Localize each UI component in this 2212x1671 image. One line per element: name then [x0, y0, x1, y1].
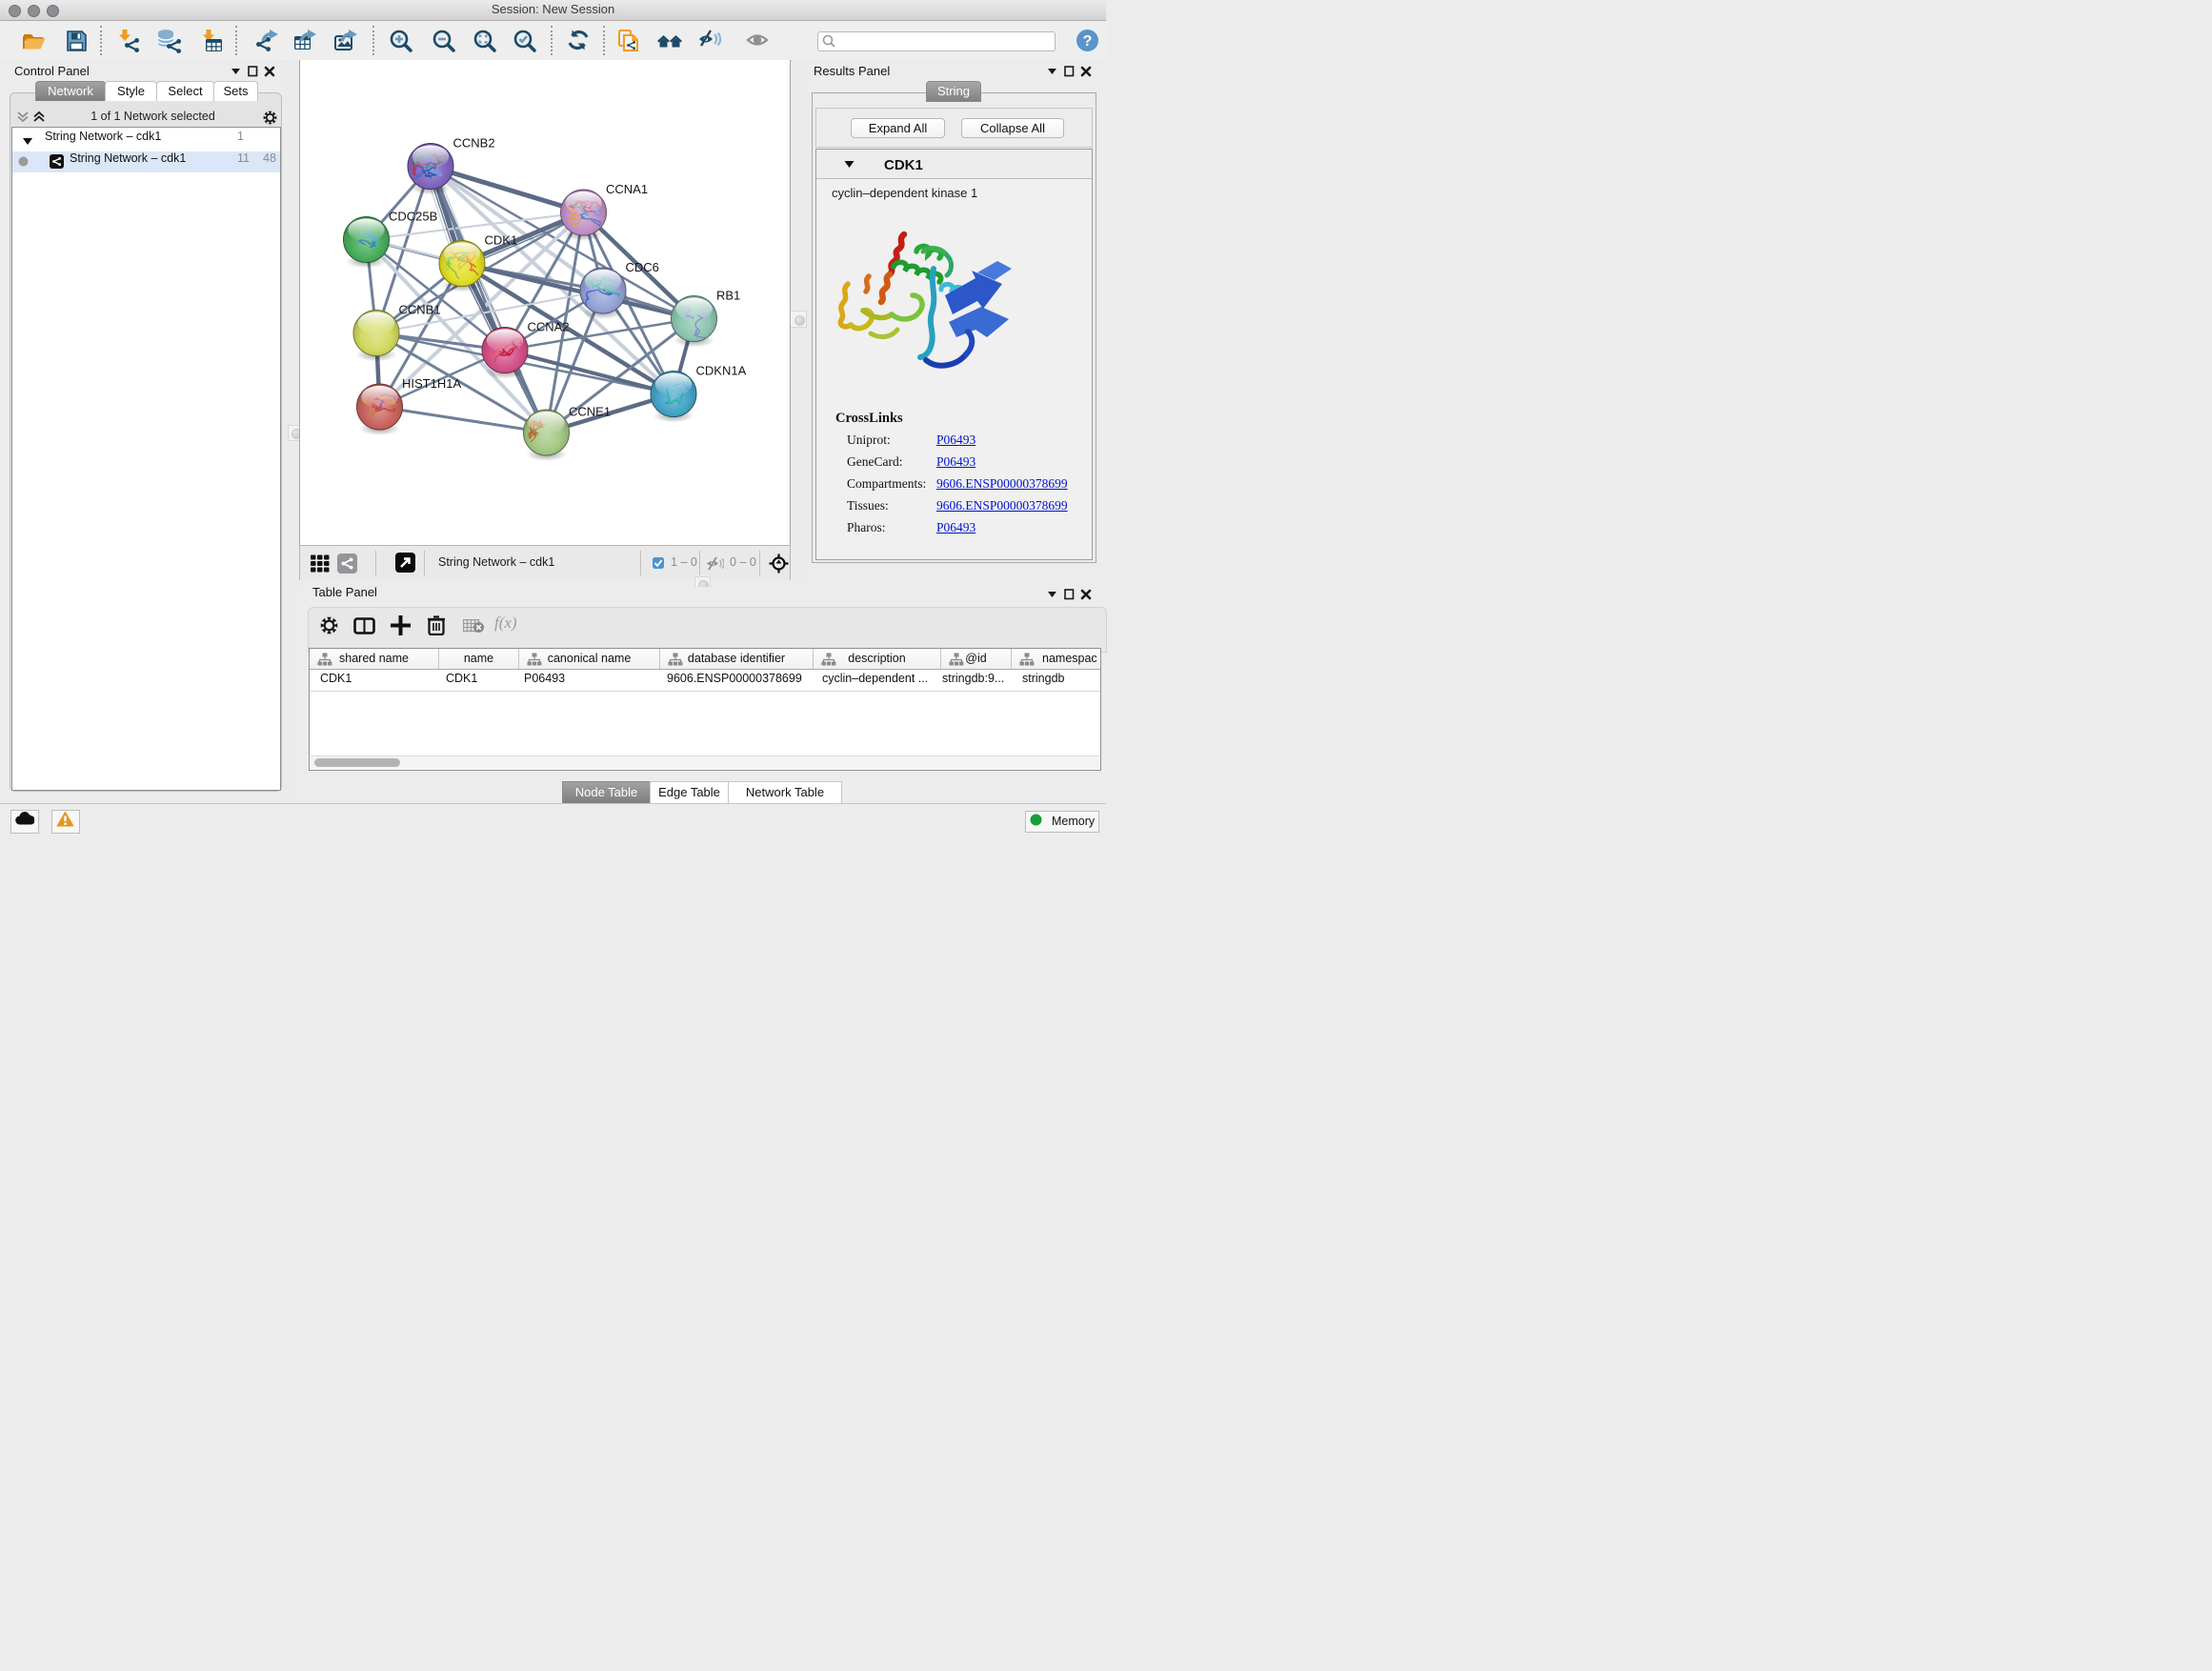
svg-text:CDC25B: CDC25B: [389, 210, 437, 224]
svg-text:CDK1: CDK1: [485, 233, 518, 248]
svg-text:CCNB2: CCNB2: [453, 136, 495, 151]
svg-text:HIST1H1A: HIST1H1A: [402, 376, 461, 391]
svg-text:?: ?: [1083, 33, 1093, 50]
svg-text:CDKN1A: CDKN1A: [696, 364, 747, 378]
svg-text:CCNE1: CCNE1: [569, 405, 611, 419]
svg-text:CCNA2: CCNA2: [528, 320, 570, 334]
svg-text:RB1: RB1: [716, 289, 740, 303]
svg-text:CCNB1: CCNB1: [399, 303, 441, 317]
svg-text:CDC6: CDC6: [626, 260, 659, 274]
svg-text:CCNA1: CCNA1: [606, 182, 648, 196]
